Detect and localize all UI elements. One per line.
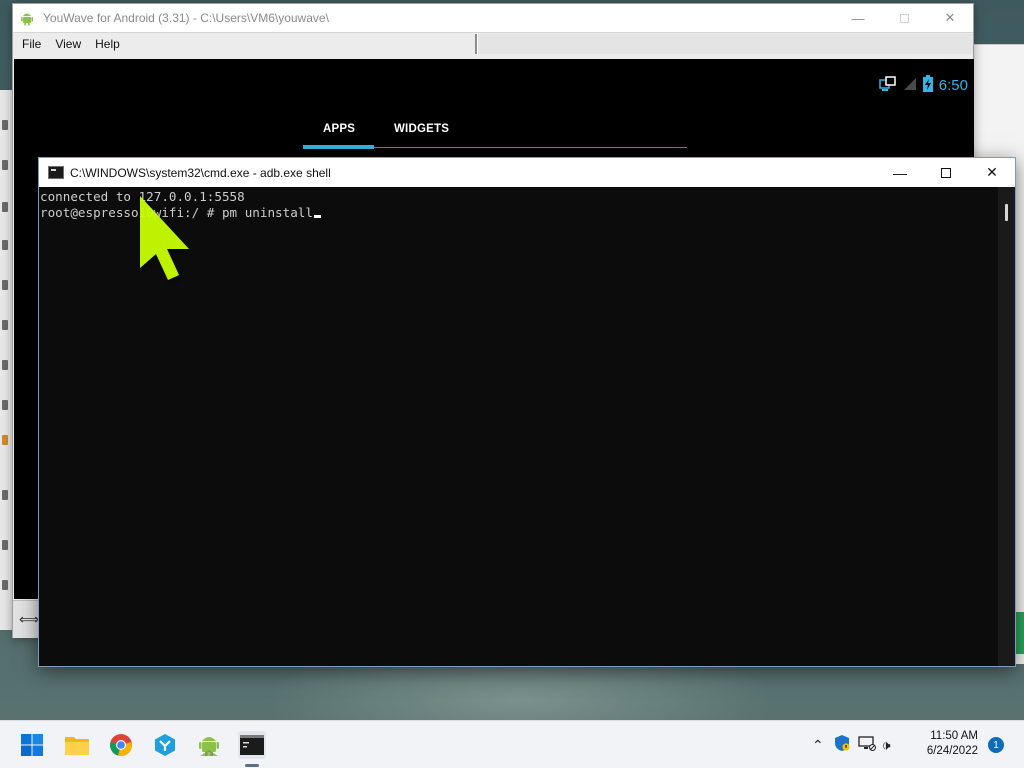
background-green-tab xyxy=(1016,612,1024,654)
security-shield-icon[interactable] xyxy=(834,734,850,757)
youwave-window-title: YouWave for Android (3.31) - C:\Users\VM… xyxy=(43,11,329,25)
taskbar-clock[interactable]: 11:50 AM 6/24/2022 xyxy=(927,729,978,759)
highlight-pointer-icon xyxy=(130,190,200,290)
menu-view[interactable]: View xyxy=(55,37,81,51)
youwave-icon[interactable] xyxy=(151,731,179,759)
network-display-icon[interactable] xyxy=(858,735,876,756)
cmd-scroll-thumb[interactable] xyxy=(1005,204,1008,221)
cmd-maximize-button[interactable] xyxy=(923,158,969,187)
cmd-titlebar[interactable]: C:\WINDOWS\system32\cmd.exe - adb.exe sh… xyxy=(39,158,1015,187)
maximize-button[interactable] xyxy=(881,4,927,32)
cmd-minimize-button[interactable]: — xyxy=(877,158,923,187)
clock-date: 6/24/2022 xyxy=(926,745,978,757)
youwave-titlebar[interactable]: YouWave for Android (3.31) - C:\Users\VM… xyxy=(13,4,973,32)
clock-time: 11:50 AM xyxy=(930,730,978,742)
android-icon[interactable] xyxy=(195,731,223,759)
notification-badge[interactable]: 1 xyxy=(988,737,1004,753)
menu-file[interactable]: File xyxy=(22,37,41,51)
file-explorer-icon[interactable] xyxy=(63,731,91,759)
minimize-button[interactable]: — xyxy=(835,4,881,32)
tab-apps[interactable]: APPS xyxy=(323,123,355,135)
network-icon xyxy=(879,75,897,96)
status-time: 6:50 xyxy=(938,77,968,94)
active-app-indicator xyxy=(245,764,259,767)
android-tab-bar: APPS WIDGETS xyxy=(303,117,687,149)
tab-active-indicator xyxy=(303,145,374,149)
system-tray: ⌃ 🕩 xyxy=(812,721,891,768)
cmd-close-button[interactable]: ✕ xyxy=(969,158,1015,187)
cmd-taskbar-icon[interactable] xyxy=(238,731,266,759)
text-cursor xyxy=(313,215,321,218)
chrome-icon[interactable] xyxy=(107,731,135,759)
taskbar: ⌃ 🕩 11:50 AM 6/24/2022 1 xyxy=(0,720,1024,768)
volume-icon[interactable]: 🕩 xyxy=(882,737,891,754)
android-status-bar: 6:50 xyxy=(879,75,968,96)
resize-arrows-icon[interactable]: ⟺ xyxy=(19,611,39,628)
menu-help[interactable]: Help xyxy=(95,37,120,51)
chevron-up-icon[interactable]: ⌃ xyxy=(812,737,824,754)
battery-icon xyxy=(922,75,933,96)
menubar-empty-area xyxy=(477,33,973,54)
cmd-scrollbar[interactable] xyxy=(998,187,1015,666)
android-robot-icon xyxy=(19,10,35,26)
start-icon[interactable] xyxy=(18,731,46,759)
close-button[interactable]: ✕ xyxy=(927,4,973,32)
cmd-app-icon xyxy=(48,166,64,179)
signal-icon xyxy=(903,77,917,95)
tab-widgets[interactable]: WIDGETS xyxy=(394,123,449,135)
cmd-window-title: C:\WINDOWS\system32\cmd.exe - adb.exe sh… xyxy=(70,165,331,180)
youwave-menubar: File View Help xyxy=(13,32,973,54)
